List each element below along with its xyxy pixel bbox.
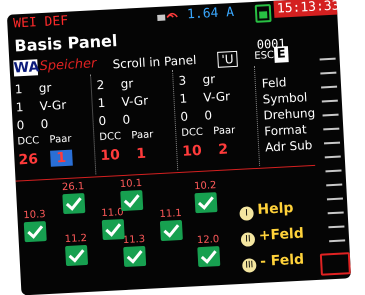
- check-label: 10.1: [119, 177, 143, 191]
- slot-number: 1: [14, 82, 23, 97]
- check-icon: [27, 225, 44, 239]
- check-icon: [197, 196, 214, 210]
- help-label[interactable]: Help: [257, 200, 294, 218]
- check-icon: [123, 194, 140, 208]
- panel-title: Basis Panel: [14, 31, 118, 56]
- slot-b: 0: [204, 108, 213, 123]
- slider-tick: [326, 197, 343, 201]
- remove-field-label[interactable]: - Feld: [260, 252, 305, 270]
- checkbox[interactable]: [65, 244, 89, 267]
- slot-number: 2: [96, 77, 105, 93]
- current-readout: 1.64 A: [186, 4, 235, 23]
- add-field-key-icon[interactable]: II: [240, 232, 256, 247]
- remove-field-key-icon[interactable]: III: [241, 258, 257, 273]
- slot-2[interactable]: 2 gr 1 V-Gr 0 0 DCC Paar 10 1: [94, 70, 179, 175]
- slot-vgr: V-Gr: [121, 93, 149, 109]
- slot-v: 1: [179, 91, 188, 106]
- slider-tick: [327, 211, 344, 215]
- checkbox[interactable]: [120, 189, 144, 212]
- check-label: 11.3: [122, 233, 146, 247]
- slot-dcc: DCC: [17, 135, 40, 148]
- check-icon: [200, 250, 217, 264]
- slider-tick: [325, 169, 342, 173]
- station-title: WEI DEF: [12, 13, 69, 32]
- slot-paar: Paar: [212, 125, 236, 138]
- slot-dcc-value: 10: [99, 147, 121, 165]
- slot-number: 3: [178, 73, 187, 88]
- check-icon: [163, 224, 180, 238]
- check-label: 11.2: [64, 232, 88, 246]
- checkbox[interactable]: [23, 221, 47, 243]
- slot-vgr: V-Gr: [203, 89, 231, 105]
- check-icon: [68, 249, 85, 263]
- check-label: 10.2: [193, 180, 217, 193]
- w-key[interactable]: WA: [13, 59, 40, 77]
- e-key[interactable]: E: [273, 46, 289, 63]
- slider-tick: [326, 183, 343, 187]
- slot-3[interactable]: 3 gr 1 V-Gr 0 0 DCC Paar 10 2: [175, 65, 261, 170]
- slot-gr: gr: [202, 72, 216, 87]
- device-screen: WEI DEF 1.64 A 15:13:33 Basis Panel 0001…: [6, 0, 352, 295]
- checkbox[interactable]: [194, 192, 218, 214]
- slider-tick: [329, 239, 346, 243]
- device: WEI DEF 1.64 A 15:13:33 Basis Panel 0001…: [0, 0, 365, 295]
- clock: 15:13:33: [273, 0, 343, 18]
- check-icon: [126, 250, 143, 264]
- slot-dcc: DCC: [181, 126, 204, 139]
- slot-a: 0: [16, 118, 25, 133]
- check-icon: [65, 197, 82, 211]
- esc-label[interactable]: ESC: [254, 50, 274, 62]
- checkbox[interactable]: [197, 246, 221, 268]
- slider-tick: [320, 71, 337, 75]
- slot-v: 1: [15, 100, 24, 115]
- menu-item-adr-sub[interactable]: Adr Sub: [265, 137, 318, 156]
- checkbox[interactable]: [101, 218, 125, 241]
- check-label: 26.1: [61, 181, 85, 194]
- checkbox[interactable]: [62, 193, 86, 215]
- slider-tick: [328, 225, 345, 229]
- top-status-bar: WEI DEF 1.64 A 15:13:33: [7, 0, 343, 35]
- help-key-icon[interactable]: I: [239, 206, 254, 221]
- slot-gr: gr: [38, 80, 52, 96]
- slot-1[interactable]: 1 gr 1 V-Gr 0 0 DCC Paar 26 1: [12, 74, 97, 179]
- slot-a: 0: [98, 113, 107, 129]
- menu-item-drehung[interactable]: Drehung: [263, 105, 316, 124]
- slider-tick: [323, 141, 341, 145]
- check-label: 11.1: [159, 207, 183, 221]
- u-key[interactable]: 'U: [217, 50, 239, 68]
- checkbox[interactable]: [159, 219, 183, 242]
- antenna-icon: [157, 12, 178, 21]
- slider-tick: [323, 127, 340, 131]
- slider-tick: [321, 85, 338, 89]
- side-menu: Feld Symbol Drehung Format Adr Sub: [261, 73, 317, 156]
- slider-tick: [322, 113, 339, 117]
- slider-tick: [319, 57, 336, 61]
- slot-b: 0: [40, 116, 49, 132]
- slot-a: 0: [180, 109, 189, 124]
- slot-paar-value: 1: [135, 145, 147, 163]
- slot-paar: Paar: [49, 133, 72, 146]
- check-icon: [105, 223, 122, 237]
- battery-icon: [254, 4, 272, 23]
- slot-paar-value[interactable]: 1: [50, 149, 73, 167]
- slot-dcc-value: 10: [181, 142, 203, 160]
- slot-gr: gr: [120, 76, 134, 91]
- slot-paar: Paar: [131, 129, 154, 142]
- add-field-label[interactable]: +Feld: [258, 226, 304, 244]
- slot-paar-value: 2: [217, 141, 229, 158]
- slot-v: 1: [97, 95, 106, 111]
- checkbox[interactable]: [123, 245, 147, 268]
- slot-vgr: V-Gr: [39, 97, 67, 114]
- add-button[interactable]: [319, 252, 351, 276]
- slot-dcc: DCC: [99, 131, 122, 144]
- slider-tick: [324, 155, 341, 159]
- check-label: 12.0: [196, 234, 220, 247]
- check-label: 10.3: [23, 209, 46, 222]
- scroll-slider[interactable]: [319, 57, 348, 257]
- speicher-label[interactable]: Speicher: [39, 56, 97, 74]
- slider-tick: [321, 99, 338, 103]
- slot-dcc-value: 26: [18, 151, 39, 169]
- slot-b: 0: [122, 112, 131, 127]
